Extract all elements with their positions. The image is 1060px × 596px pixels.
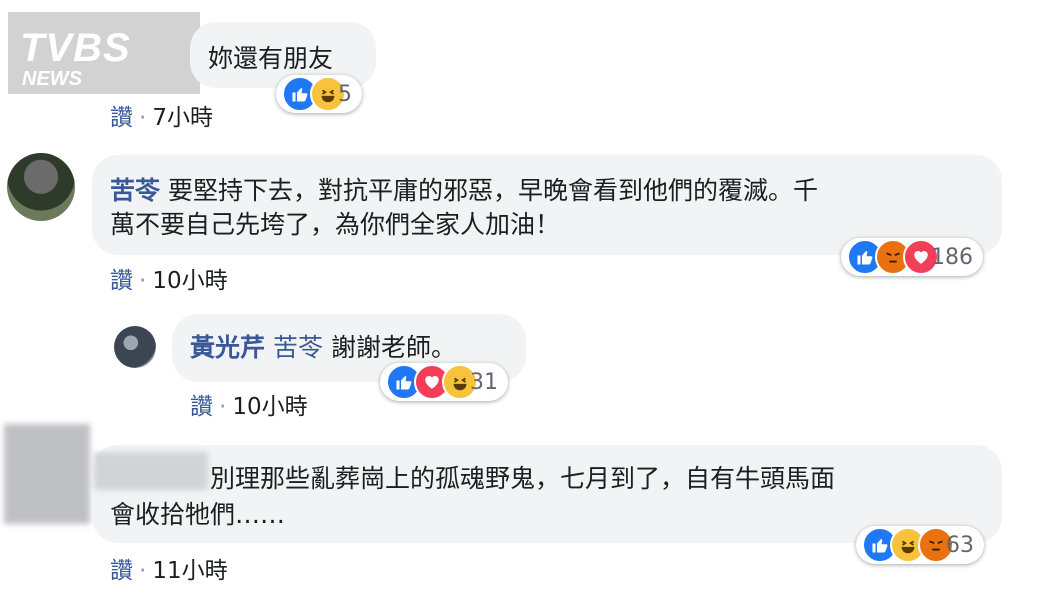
comment-line-4b: 會收拾牠們……	[110, 500, 286, 529]
commenter-name[interactable]: 苦苓	[110, 176, 160, 205]
logo-subtext: NEWS	[22, 68, 82, 90]
mention-tag[interactable]: 苦苓	[273, 333, 323, 362]
reaction-summary-3[interactable]: 31	[380, 363, 508, 401]
comment-line-4a: 別理那些亂葬崗上的孤魂野鬼，七月到了，自有牛頭馬面	[210, 464, 836, 493]
like-link[interactable]: 讚	[110, 558, 133, 584]
comment-time[interactable]: 10小時	[152, 268, 227, 294]
reaction-count-2: 186	[931, 244, 973, 270]
reaction-summary-1[interactable]: 5	[276, 75, 362, 113]
name-blurred	[94, 452, 208, 490]
comment-text: 要堅持下去，對抗平庸的邪惡，早晚會看到他們的覆滅。千	[167, 176, 818, 205]
avatar-kuling[interactable]	[7, 153, 75, 221]
comment-line-2a: 苦苓 要堅持下去，對抗平庸的邪惡，早晚會看到他們的覆滅。千	[110, 172, 818, 210]
reaction-summary-2[interactable]: 186	[841, 238, 983, 276]
comment-text: 謝謝老師。	[330, 333, 456, 362]
comment-time[interactable]: 10小時	[232, 394, 307, 420]
like-link[interactable]: 讚	[190, 394, 213, 420]
reaction-count-3: 31	[470, 369, 498, 395]
avatar-blurred	[4, 424, 90, 524]
logo-text: TVBS	[20, 26, 131, 70]
like-link[interactable]: 讚	[110, 268, 133, 294]
commenter-name[interactable]: 黃光芹	[190, 333, 265, 362]
comment-line-2b: 萬不要自己先垮了，為你們全家人加油！	[110, 210, 561, 239]
comment-meta-4: 讚 · 11小時	[110, 558, 228, 584]
reaction-count-1: 5	[338, 81, 352, 107]
comment-text-1: 妳還有朋友	[208, 44, 334, 73]
like-link[interactable]: 讚	[110, 105, 133, 131]
comment-meta-1: 讚 · 7小時	[110, 105, 213, 131]
reply-line: 黃光芹 苦苓 謝謝老師。	[190, 329, 456, 367]
comment-meta-2: 讚 · 10小時	[110, 268, 228, 294]
comment-meta-3: 讚 · 10小時	[190, 394, 308, 420]
reaction-summary-4[interactable]: 63	[856, 526, 984, 564]
avatar-huang[interactable]	[114, 326, 156, 368]
comment-time[interactable]: 11小時	[152, 558, 227, 584]
comment-time[interactable]: 7小時	[152, 105, 213, 131]
reaction-count-4: 63	[946, 532, 974, 558]
tvbs-news-logo: TVBS NEWS	[8, 12, 200, 94]
